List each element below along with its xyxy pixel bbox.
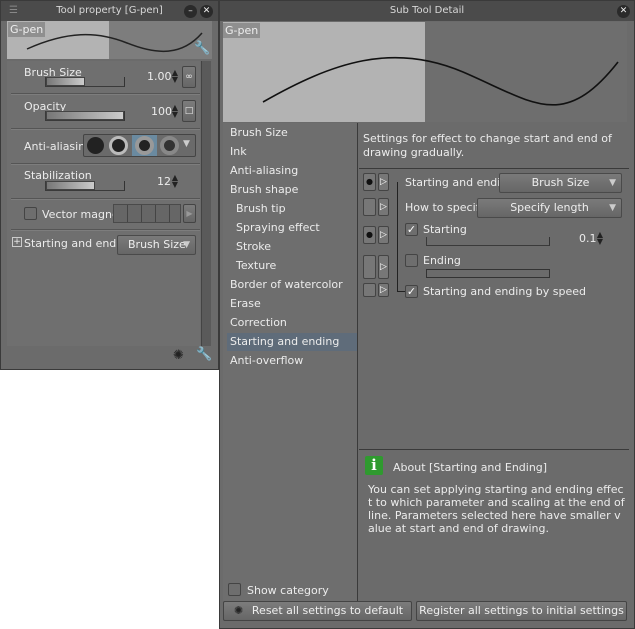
stabilization-value[interactable]: 12 — [157, 175, 171, 188]
anti-aliasing-selector: ▼ — [83, 134, 196, 157]
settings-area: ● ▷ ▷ ● ▷ ▷ ▷ Starting and ending Brush … — [359, 168, 629, 450]
starting-checkbox[interactable]: ✓ — [405, 223, 418, 236]
expand-icon[interactable]: + — [12, 237, 22, 247]
how-to-specify-dropdown[interactable]: Specify length ▼ — [477, 198, 622, 218]
aa-strong-option[interactable] — [160, 136, 179, 155]
pressure-settings-button[interactable]: ∞ — [182, 66, 196, 88]
brush-size-slider[interactable] — [45, 77, 125, 87]
expand-arrow-icon[interactable]: ▷ — [378, 173, 389, 191]
about-text: You can set applying starting and ending… — [368, 483, 625, 535]
opacity-slider[interactable] — [45, 111, 125, 121]
starting-ending-dropdown[interactable]: Brush Size ▼ — [117, 235, 196, 255]
eye-toggle-empty[interactable] — [363, 283, 376, 297]
expand-arrow-icon[interactable]: ▷ — [378, 283, 389, 297]
stabilization-slider[interactable] — [45, 181, 125, 191]
settings-description: Settings for effect to change start and … — [363, 132, 612, 159]
expand-arrow-icon[interactable]: ▷ — [378, 198, 389, 216]
vector-magnet-checkbox[interactable] — [24, 207, 37, 220]
about-title: About [Starting and Ending] — [393, 461, 548, 474]
search-tool-icon[interactable]: 🔧 — [194, 41, 210, 56]
category-texture[interactable]: Texture — [227, 257, 357, 275]
category-starting-and-ending[interactable]: Starting and ending — [227, 333, 357, 351]
starting-label: Starting — [423, 223, 467, 236]
eye-icon[interactable]: ● — [363, 226, 376, 244]
category-ink[interactable]: Ink — [227, 143, 357, 161]
show-category-checkbox[interactable] — [228, 583, 241, 596]
starting-spinner[interactable]: ▲ ▼ — [595, 231, 605, 246]
starting-ending-label: Starting and ending — [405, 176, 515, 189]
opacity-spinner[interactable]: ▲ ▼ — [170, 104, 180, 119]
category-list: Brush Size Ink Anti-aliasing Brush shape… — [223, 123, 358, 601]
preview-label: G-pen — [8, 22, 46, 37]
minimize-icon[interactable]: – — [184, 5, 197, 18]
how-to-specify-value: Specify length — [510, 201, 589, 214]
panel-menu-icon[interactable]: ☰ — [9, 1, 18, 21]
category-anti-aliasing[interactable]: Anti-aliasing — [227, 162, 357, 180]
reset-icon: ✺ — [234, 604, 244, 617]
info-icon: i — [365, 456, 383, 475]
eye-icon[interactable]: ● — [363, 173, 376, 191]
by-speed-label: Starting and ending by speed — [423, 285, 587, 298]
wrench-icon[interactable]: 🔧 — [196, 347, 212, 362]
tool-property-title: Tool property [G-pen] — [56, 5, 163, 16]
sub-tool-detail-panel: Sub Tool Detail ✕ G-pen Brush Size Ink A… — [219, 0, 635, 629]
stroke-preview — [262, 56, 619, 106]
brush-size-spinner[interactable]: ▲ ▼ — [170, 69, 180, 84]
category-anti-overflow[interactable]: Anti-overflow — [227, 352, 357, 370]
category-brush-tip[interactable]: Brush tip — [227, 200, 357, 218]
by-speed-checkbox[interactable]: ✓ — [405, 285, 418, 298]
opacity-settings-button[interactable]: □ — [182, 100, 196, 122]
opacity-value[interactable]: 100 — [151, 105, 172, 118]
register-button-label: Register all settings to initial setting… — [419, 604, 624, 617]
category-brush-size[interactable]: Brush Size — [227, 124, 357, 142]
preview-label: G-pen — [223, 23, 261, 38]
sub-tool-detail-title: Sub Tool Detail — [389, 5, 465, 16]
close-icon[interactable]: ✕ — [200, 5, 213, 18]
category-erase[interactable]: Erase — [227, 295, 357, 313]
category-stroke[interactable]: Stroke — [227, 238, 357, 256]
eye-toggle-empty[interactable] — [363, 198, 376, 216]
how-to-specify-label: How to specify — [405, 201, 486, 214]
reset-icon[interactable]: ✺ — [173, 348, 184, 363]
stabilization-spinner[interactable]: ▲ ▼ — [170, 174, 180, 189]
category-border-of-watercolor[interactable]: Border of watercolor — [227, 276, 357, 294]
aa-weak-option[interactable] — [109, 136, 128, 155]
expand-arrow-icon[interactable]: ▷ — [378, 226, 389, 244]
aa-medium-option[interactable] — [132, 135, 157, 156]
tree-line — [397, 182, 405, 292]
register-initial-settings-button[interactable]: Register all settings to initial setting… — [416, 601, 627, 621]
eye-toggle-empty[interactable] — [363, 255, 376, 279]
expand-arrow-icon[interactable]: ▷ — [378, 255, 389, 279]
reset-button-label: Reset all settings to default — [251, 604, 404, 617]
aa-none-option[interactable] — [87, 137, 104, 154]
category-spraying-effect[interactable]: Spraying effect — [227, 219, 357, 237]
sub-tool-detail-titlebar: Sub Tool Detail ✕ — [220, 1, 634, 21]
close-icon[interactable]: ✕ — [617, 5, 630, 18]
reset-all-settings-button[interactable]: ✺ Reset all settings to default — [223, 601, 412, 621]
tool-property-titlebar: ☰ Tool property [G-pen] – ✕ — [1, 1, 218, 21]
category-brush-shape[interactable]: Brush shape — [227, 181, 357, 199]
vector-magnet-levels[interactable] — [113, 204, 181, 223]
anti-aliasing-label: Anti-aliasing — [24, 140, 93, 153]
starting-ending-value: Brush Size — [531, 176, 590, 189]
vector-magnet-next-button[interactable]: ▶ — [183, 204, 196, 223]
property-list: Brush Size 1.00 ▲ ▼ ∞ Opacity 100 ▲ ▼ □ An… — [7, 61, 200, 346]
category-correction[interactable]: Correction — [227, 314, 357, 332]
about-box: i About [Starting and Ending] You can se… — [359, 451, 629, 601]
show-category-label: Show category — [247, 584, 329, 597]
starting-ending-value: Brush Size — [128, 238, 186, 251]
starting-slider[interactable] — [426, 237, 550, 246]
vector-magnet-label: Vector magnet — [42, 208, 124, 221]
tool-property-panel: ☰ Tool property [G-pen] – ✕ G-pen 🔧 Brus… — [0, 0, 219, 370]
chevron-down-icon[interactable]: ▼ — [183, 139, 190, 149]
ending-slider[interactable] — [426, 269, 550, 278]
ending-label: Ending — [423, 254, 461, 267]
scrollbar[interactable] — [201, 61, 211, 346]
starting-ending-dropdown[interactable]: Brush Size ▼ — [499, 173, 622, 193]
ending-checkbox[interactable] — [405, 254, 418, 267]
brush-size-value[interactable]: 1.00 — [147, 70, 172, 83]
starting-value[interactable]: 0.1 — [579, 232, 597, 245]
